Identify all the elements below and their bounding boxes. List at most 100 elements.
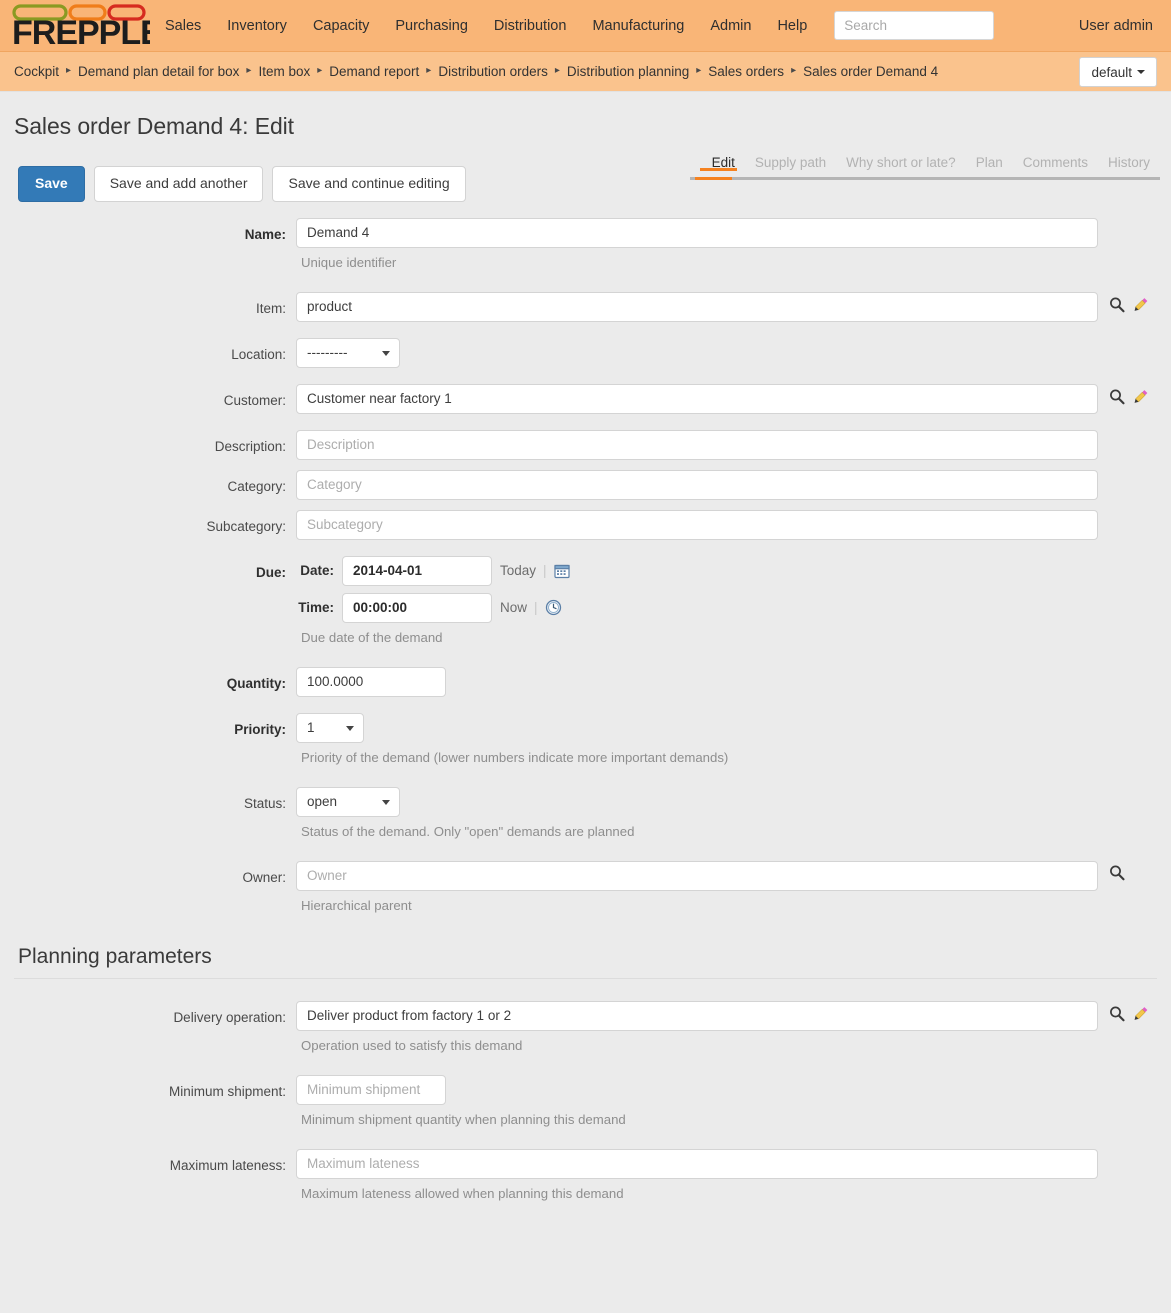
search-icon[interactable] — [1108, 388, 1126, 406]
help-due: Due date of the demand — [301, 630, 1171, 645]
nav-item-capacity[interactable]: Capacity — [300, 0, 382, 52]
chevron-down-icon — [1137, 70, 1145, 74]
search-icon[interactable] — [1108, 1005, 1126, 1023]
breadcrumb-item-demand-plan-detail[interactable]: Demand plan detail for box — [78, 64, 239, 79]
separator-pipe: | — [534, 600, 538, 615]
svg-text:FREPPLE: FREPPLE — [12, 14, 150, 48]
nav-item-inventory[interactable]: Inventory — [214, 0, 300, 52]
field-row-priority: Priority: 1 Priority of the demand (lowe… — [0, 713, 1171, 765]
breadcrumb-item-cockpit[interactable]: Cockpit — [14, 64, 59, 79]
field-row-owner: Owner: Hierarchical parent — [0, 861, 1171, 913]
breadcrumb-separator-icon: ▸ — [66, 65, 71, 76]
due-time-shortcuts: Now | — [500, 599, 562, 616]
label-owner: Owner: — [0, 861, 296, 885]
item-input[interactable] — [296, 292, 1098, 322]
item-field-icons — [1108, 295, 1150, 315]
pencil-icon[interactable] — [1130, 295, 1150, 315]
calendar-icon[interactable] — [554, 563, 570, 579]
field-row-status: Status: open Status of the demand. Only … — [0, 787, 1171, 839]
section-divider — [14, 978, 1157, 979]
maximum-lateness-input[interactable] — [296, 1149, 1098, 1179]
separator-pipe: | — [543, 563, 547, 578]
sales-order-edit-form: Name: Unique identifier Item: Location: — [0, 218, 1171, 923]
pencil-icon[interactable] — [1130, 1004, 1150, 1024]
breadcrumb-separator-icon: ▸ — [426, 65, 431, 76]
save-button[interactable]: Save — [18, 166, 85, 202]
breadcrumb-separator-icon: ▸ — [317, 65, 322, 76]
search-input[interactable] — [834, 11, 994, 40]
main-menu: Sales Inventory Capacity Purchasing Dist… — [152, 0, 820, 52]
owner-input[interactable] — [296, 861, 1098, 891]
field-row-maximum-lateness: Maximum lateness: Maximum lateness allow… — [0, 1149, 1171, 1201]
field-row-item: Item: — [0, 292, 1171, 322]
save-and-continue-editing-button[interactable]: Save and continue editing — [272, 166, 465, 202]
today-link[interactable]: Today — [500, 563, 536, 578]
help-priority: Priority of the demand (lower numbers in… — [301, 750, 1171, 765]
breadcrumb-item-sales-orders[interactable]: Sales orders — [708, 64, 784, 79]
minimum-shipment-input[interactable] — [296, 1075, 446, 1105]
due-date-line: Date: Today | — [296, 556, 1171, 586]
help-status: Status of the demand. Only "open" demand… — [301, 824, 1171, 839]
status-select[interactable]: open — [296, 787, 400, 817]
label-item: Item: — [0, 292, 296, 316]
label-due: Due: — [0, 556, 296, 580]
label-status: Status: — [0, 787, 296, 811]
label-description: Description: — [0, 430, 296, 454]
breadcrumb-item-item-box[interactable]: Item box — [258, 64, 310, 79]
due-date-input[interactable] — [342, 556, 492, 586]
nav-item-help[interactable]: Help — [764, 0, 820, 52]
breadcrumb-item-current: Sales order Demand 4 — [803, 64, 938, 79]
search-icon[interactable] — [1108, 296, 1126, 314]
nav-item-manufacturing[interactable]: Manufacturing — [579, 0, 697, 52]
frepple-logo-svg: FREPPLE — [12, 4, 150, 48]
breadcrumb-item-distribution-orders[interactable]: Distribution orders — [438, 64, 548, 79]
breadcrumb-separator-icon: ▸ — [696, 65, 701, 76]
user-menu[interactable]: User admin — [1079, 0, 1153, 52]
field-row-category: Category: — [0, 470, 1171, 500]
search-icon[interactable] — [1108, 864, 1126, 882]
breadcrumb-item-distribution-planning[interactable]: Distribution planning — [567, 64, 689, 79]
help-name: Unique identifier — [301, 255, 1171, 270]
breadcrumb-separator-icon: ▸ — [791, 65, 796, 76]
help-delivery-operation: Operation used to satisfy this demand — [301, 1038, 1171, 1053]
nav-item-purchasing[interactable]: Purchasing — [382, 0, 481, 52]
category-input[interactable] — [296, 470, 1098, 500]
delivery-operation-field-icons — [1108, 1004, 1150, 1024]
description-input[interactable] — [296, 430, 1098, 460]
name-input[interactable] — [296, 218, 1098, 248]
label-category: Category: — [0, 470, 296, 494]
field-row-name: Name: Unique identifier — [0, 218, 1171, 270]
label-subcategory: Subcategory: — [0, 510, 296, 534]
top-navigation-bar: FREPPLE Sales Inventory Capacity Purchas… — [0, 0, 1171, 52]
nav-item-sales[interactable]: Sales — [152, 0, 214, 52]
owner-field-icons — [1108, 864, 1126, 882]
field-row-delivery-operation: Delivery operation: Operation used to sa… — [0, 1001, 1171, 1053]
breadcrumb-separator-icon: ▸ — [246, 65, 251, 76]
delivery-operation-input[interactable] — [296, 1001, 1098, 1031]
frepple-logo[interactable]: FREPPLE — [0, 0, 152, 52]
field-row-minimum-shipment: Minimum shipment: Minimum shipment quant… — [0, 1075, 1171, 1127]
now-link[interactable]: Now — [500, 600, 527, 615]
location-select[interactable]: --------- — [296, 338, 400, 368]
subcategory-input[interactable] — [296, 510, 1098, 540]
help-maximum-lateness: Maximum lateness allowed when planning t… — [301, 1186, 1171, 1201]
label-minimum-shipment: Minimum shipment: — [0, 1075, 296, 1099]
label-quantity: Quantity: — [0, 667, 296, 691]
location-select-wrap: --------- — [296, 338, 400, 368]
nav-item-distribution[interactable]: Distribution — [481, 0, 580, 52]
field-row-subcategory: Subcategory: — [0, 510, 1171, 540]
scenario-selector-button[interactable]: default — [1079, 57, 1157, 87]
priority-select-wrap: 1 — [296, 713, 364, 743]
clock-icon[interactable] — [545, 599, 562, 616]
label-location: Location: — [0, 338, 296, 362]
pencil-icon[interactable] — [1130, 387, 1150, 407]
save-and-add-another-button[interactable]: Save and add another — [94, 166, 264, 202]
nav-item-admin[interactable]: Admin — [697, 0, 764, 52]
customer-input[interactable] — [296, 384, 1098, 414]
due-time-input[interactable] — [342, 593, 492, 623]
status-select-wrap: open — [296, 787, 400, 817]
priority-select[interactable]: 1 — [296, 713, 364, 743]
quantity-input[interactable] — [296, 667, 446, 697]
field-row-location: Location: --------- — [0, 338, 1171, 368]
breadcrumb-item-demand-report[interactable]: Demand report — [329, 64, 419, 79]
